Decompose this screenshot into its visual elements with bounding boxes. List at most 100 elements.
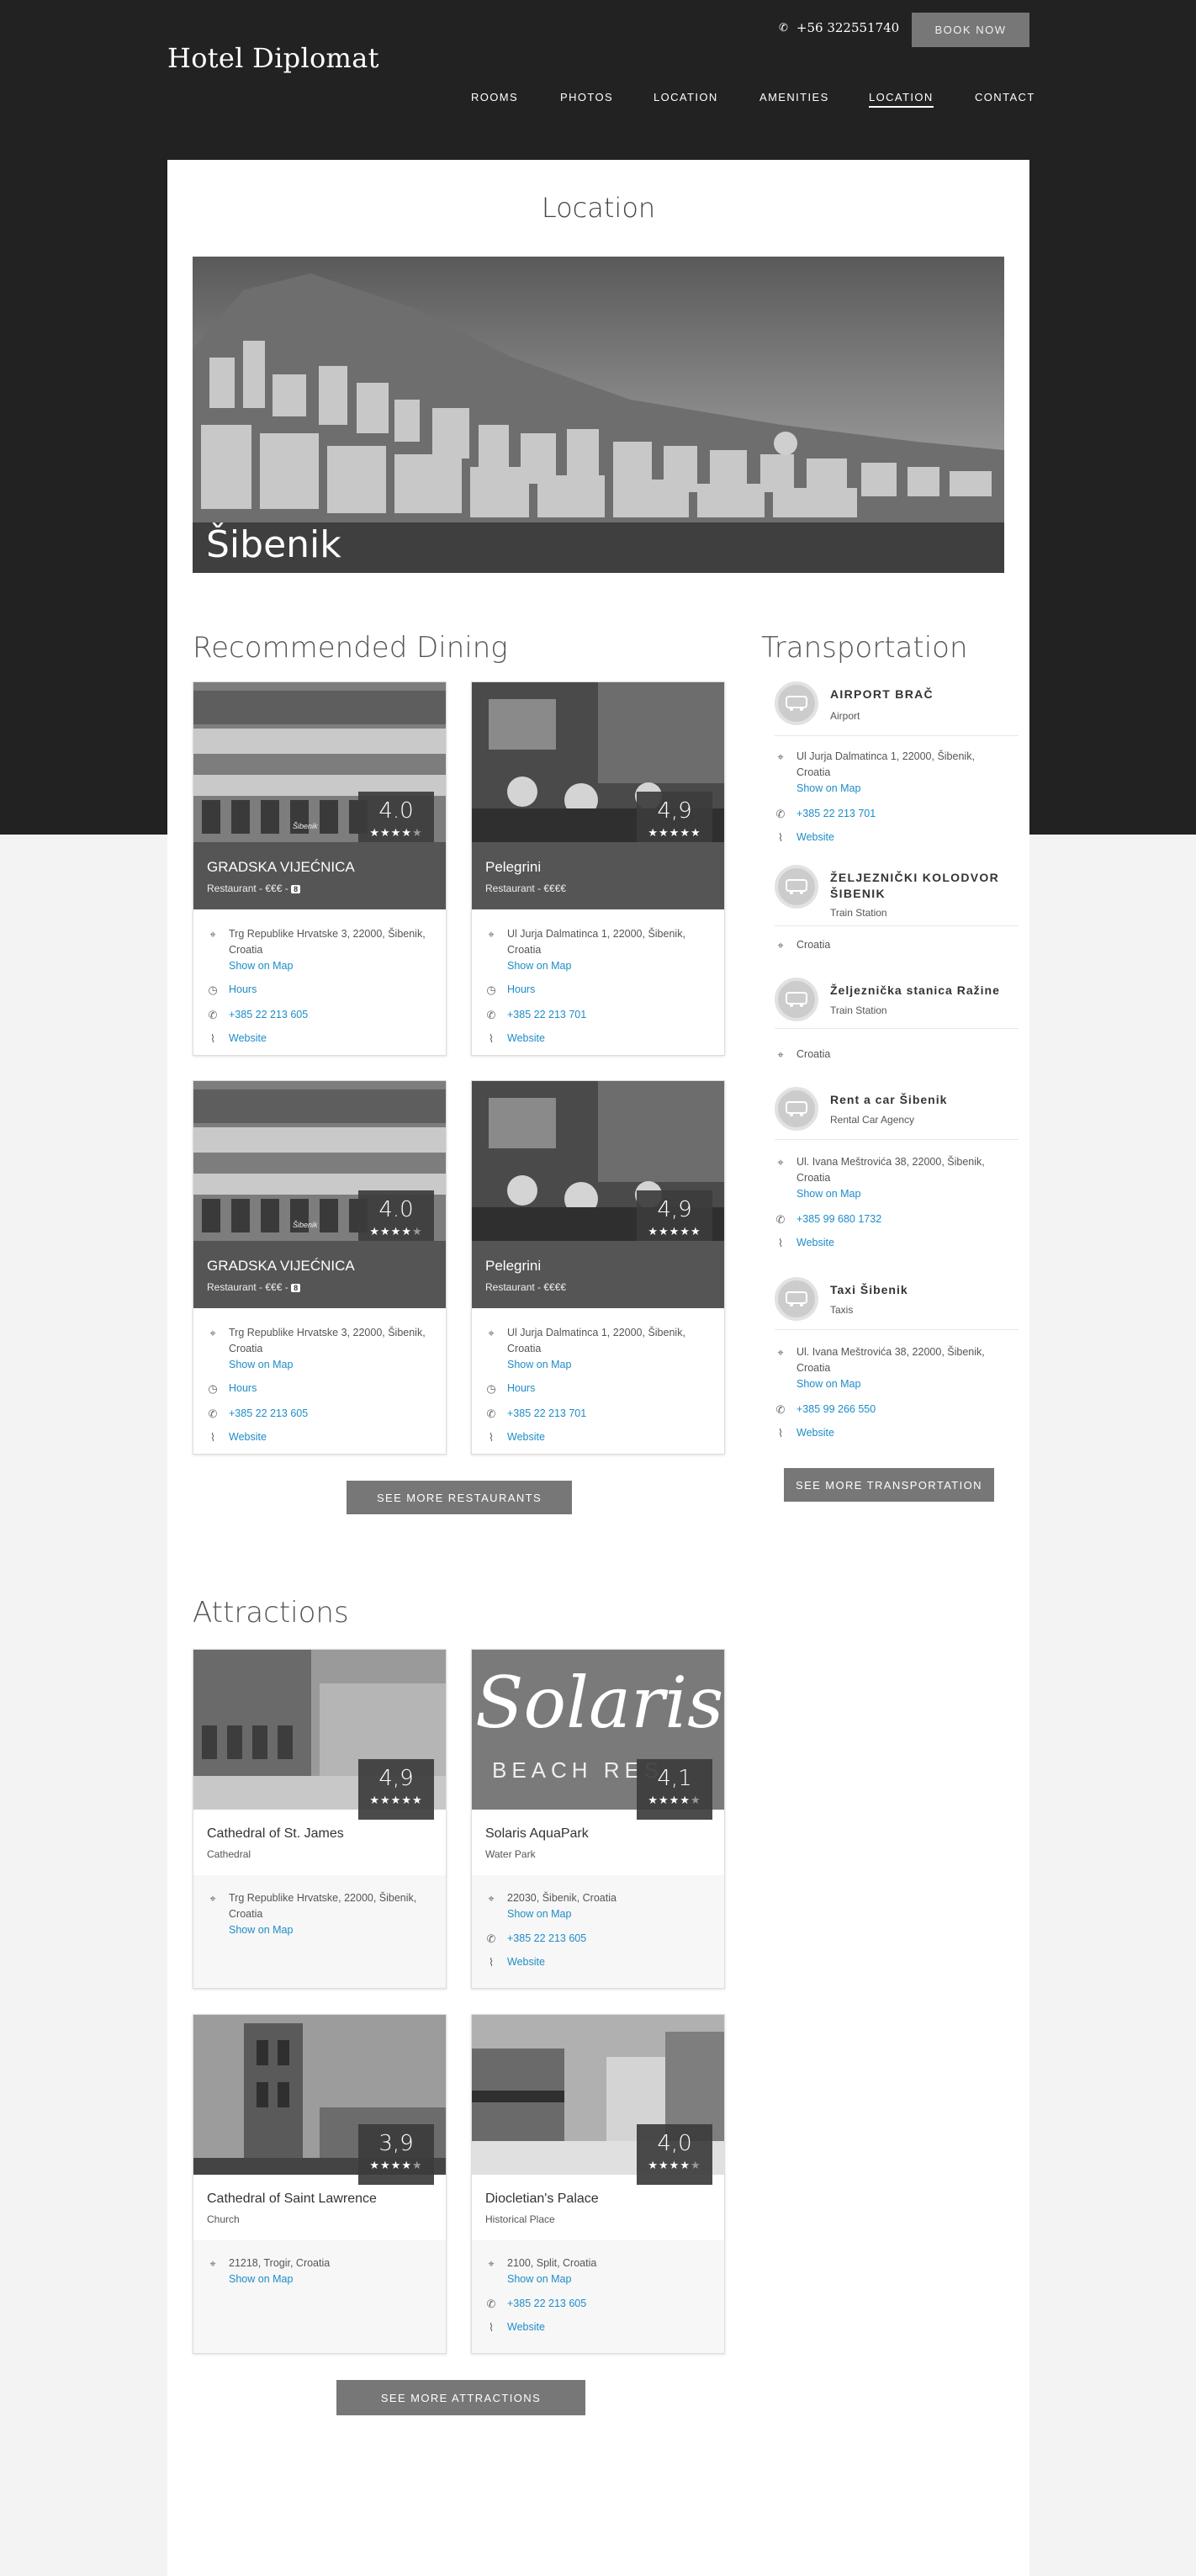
website-link[interactable]: Website	[796, 830, 834, 845]
attraction-card[interactable]: 4,0 ★★★★★ Diocletian's Palace Historical…	[471, 2014, 725, 2354]
show-on-map-link[interactable]: Show on Map	[507, 960, 571, 972]
show-on-map-link[interactable]: Show on Map	[229, 960, 293, 972]
hours-row: ◷ Hours	[207, 982, 438, 998]
phone-link[interactable]: +385 22 213 701	[796, 806, 876, 822]
map-pin-icon: ⌖	[209, 2257, 216, 2270]
address-text: Ul Jurja Dalmatinca 1, 22000, Šibenik, C…	[507, 1327, 685, 1354]
show-on-map-link[interactable]: Show on Map	[229, 2273, 293, 2285]
see-more-restaurants-button[interactable]: SEE MORE RESTAURANTS	[347, 1481, 572, 1514]
restaurant-card[interactable]: 4,9 ★★★★★ Pelegrini Restaurant - €€€€ ⌖ U…	[471, 681, 725, 1056]
restaurant-name[interactable]: Pelegrini	[485, 859, 541, 876]
paperclip-icon: ⌇	[209, 1431, 216, 1444]
attraction-card[interactable]: 4,9 ★★★★★ Cathedral of St. James Cathedr…	[193, 1649, 447, 1989]
hours-link[interactable]: Hours	[507, 982, 535, 998]
map-pin-icon: ⌖	[488, 928, 495, 941]
restaurant-name[interactable]: Pelegrini	[485, 1258, 541, 1275]
show-on-map-link[interactable]: Show on Map	[229, 1924, 293, 1936]
nav-contact[interactable]: CONTACT	[975, 91, 1035, 103]
show-on-map-link[interactable]: Show on Map	[796, 1188, 860, 1200]
show-on-map-link[interactable]: Show on Map	[796, 782, 860, 794]
nav-location-active[interactable]: LOCATION	[869, 91, 934, 108]
divider	[775, 1329, 1019, 1330]
restaurant-card[interactable]: Šibenik 4.0 ★★★★★ GRADSKA VIJEĆNICA Rest…	[193, 1080, 447, 1455]
rating-badge: 4,0 ★★★★★	[637, 2124, 712, 2185]
show-on-map-link[interactable]: Show on Map	[796, 1378, 860, 1390]
book-now-button[interactable]: BOOK NOW	[912, 13, 1029, 47]
attraction-name[interactable]: Cathedral of St. James	[207, 1826, 344, 1842]
transport-name[interactable]: Taxi Šibenik	[830, 1282, 1024, 1298]
map-pin-icon: ⌖	[777, 750, 784, 763]
rating-stars: ★★★★★	[369, 826, 423, 839]
hero-image: Šibenik	[193, 257, 1004, 573]
restaurant-name[interactable]: GRADSKA VIJEĆNICA	[207, 1258, 355, 1275]
transport-type: Rental Car Agency	[830, 1114, 915, 1126]
restaurant-card[interactable]: 4,9 ★★★★★ Pelegrini Restaurant - €€€€ ⌖ U…	[471, 1080, 725, 1455]
hours-link[interactable]: Hours	[507, 1381, 535, 1397]
phone-link[interactable]: +385 22 213 605	[229, 1007, 308, 1023]
phone-link[interactable]: +385 22 213 605	[507, 2296, 586, 2312]
website-link[interactable]: Website	[796, 1235, 834, 1251]
show-on-map-link[interactable]: Show on Map	[229, 1359, 293, 1370]
phone-link[interactable]: +385 22 213 605	[507, 1931, 586, 1947]
website-link[interactable]: Website	[229, 1429, 267, 1445]
nav-photos[interactable]: PHOTOS	[560, 91, 613, 103]
header-phone[interactable]: ✆ +56 322551740	[779, 20, 899, 35]
attractions-title: Attractions	[193, 1596, 349, 1630]
attraction-card[interactable]: Solaris BEACH RES 4,1 ★★★★★ Solaris Aqua…	[471, 1649, 725, 1989]
restaurant-name[interactable]: GRADSKA VIJEĆNICA	[207, 859, 355, 876]
show-on-map-link[interactable]: Show on Map	[507, 1908, 571, 1920]
website-link[interactable]: Website	[507, 1429, 545, 1445]
see-more-transportation-button[interactable]: SEE MORE TRANSPORTATION	[784, 1468, 994, 1502]
nav-location[interactable]: LOCATION	[654, 91, 718, 103]
rating-stars: ★★★★★	[648, 1225, 701, 1238]
restaurant-header: GRADSKA VIJEĆNICA Restaurant - €€€ - 8	[193, 842, 446, 909]
address-text: Ul. Ivana Meštrovića 38, 22000, Šibenik,…	[796, 1346, 985, 1374]
see-more-attractions-button[interactable]: SEE MORE ATTRACTIONS	[336, 2380, 585, 2415]
transport-name[interactable]: AIRPORT BRAČ	[830, 686, 1024, 702]
nav-amenities[interactable]: AMENITIES	[759, 91, 829, 103]
website-link[interactable]: Website	[229, 1031, 267, 1047]
hours-link[interactable]: Hours	[229, 982, 257, 998]
transport-name[interactable]: Rent a car Šibenik	[830, 1092, 1024, 1108]
phone-link[interactable]: +385 22 213 605	[229, 1406, 308, 1422]
restaurant-card[interactable]: Šibenik 4.0 ★★★★★ GRADSKA VIJEĆNICA Rest…	[193, 681, 447, 1056]
phone-row: ✆ +385 22 213 605	[485, 1931, 717, 1947]
transport-name[interactable]: Željeznička stanica Ražine	[830, 983, 1024, 999]
website-link[interactable]: Website	[796, 1425, 834, 1441]
attraction-name[interactable]: Solaris AquaPark	[485, 1826, 589, 1842]
map-pin-icon: ⌖	[488, 1892, 495, 1905]
attraction-card[interactable]: 3,9 ★★★★★ Cathedral of Saint Lawrence Ch…	[193, 2014, 447, 2354]
attraction-type: Church	[207, 2213, 240, 2225]
show-on-map-link[interactable]: Show on Map	[507, 2273, 571, 2285]
address-row: ⌖ Ul. Ivana Meštrovića 38, 22000, Šibenik…	[775, 1154, 1006, 1202]
phone-link[interactable]: +385 99 680 1732	[796, 1211, 881, 1227]
phone-link[interactable]: +385 22 213 701	[507, 1406, 586, 1422]
attraction-name[interactable]: Cathedral of Saint Lawrence	[207, 2192, 377, 2207]
hours-link[interactable]: Hours	[229, 1381, 257, 1397]
nav-rooms[interactable]: ROOMS	[471, 91, 518, 103]
hours-row: ◷ Hours	[207, 1381, 438, 1397]
rating-value: 4,9	[378, 1766, 414, 1791]
website-link[interactable]: Website	[507, 1031, 545, 1047]
phone-link[interactable]: +385 22 213 701	[507, 1007, 586, 1023]
phone-row: ✆ +385 22 213 605	[485, 2296, 717, 2312]
transport-name[interactable]: ŽELJEZNIČKI KOLODVOR ŠIBENIK	[830, 870, 1024, 902]
show-on-map-link[interactable]: Show on Map	[507, 1359, 571, 1370]
watermark-text: Šibenik	[293, 1221, 318, 1229]
hotel-logo[interactable]: Hotel Diplomat	[167, 42, 379, 74]
restaurant-subtitle: Restaurant - €€€ - 8	[207, 1281, 301, 1293]
website-link[interactable]: Website	[507, 2319, 545, 2335]
website-row: ⌇ Website	[485, 1954, 717, 1970]
address-text: Croatia	[796, 1048, 831, 1060]
website-row: ⌇ Website	[485, 1031, 717, 1047]
bus-icon	[775, 865, 818, 909]
attraction-name[interactable]: Diocletian's Palace	[485, 2192, 599, 2207]
website-row: ⌇ Website	[207, 1429, 438, 1445]
rating-value: 4,1	[657, 1766, 692, 1791]
website-link[interactable]: Website	[507, 1954, 545, 1970]
address-text: Trg Republike Hrvatske 3, 22000, Šibenik…	[229, 928, 426, 956]
main-content: Location Šibenik Recommended Dining Tran…	[167, 160, 1029, 2576]
divider	[775, 735, 1019, 736]
phone-link[interactable]: +385 99 266 550	[796, 1402, 876, 1418]
address-row: ⌖ 2100, Split, Croatia Show on Map	[485, 2255, 717, 2287]
